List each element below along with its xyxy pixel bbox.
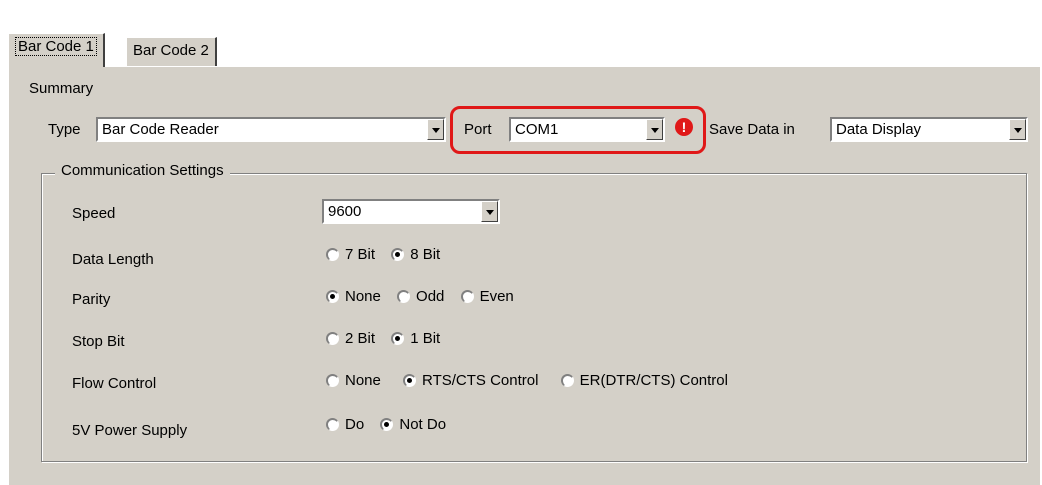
tab-bar-code-2[interactable]: Bar Code 2: [126, 37, 217, 66]
power-supply-label: 5V Power Supply: [72, 422, 188, 439]
speed-label: Speed: [72, 205, 116, 222]
radio-circle-selected: [380, 418, 394, 431]
radio-circle: [326, 248, 339, 261]
data-length-options: 7 Bit 8 Bit: [326, 246, 452, 266]
radio-label: 2 Bit: [345, 330, 376, 347]
flow-control-rts-cts-radio[interactable]: RTS/CTS Control: [403, 372, 538, 389]
stop-bit-2bit-radio[interactable]: 2 Bit: [326, 330, 375, 347]
radio-label: Even: [479, 288, 514, 305]
radio-label: None: [345, 288, 381, 305]
power-supply-do-radio[interactable]: Do: [326, 416, 364, 433]
communication-settings-group: [41, 173, 1027, 462]
radio-label: Not Do: [399, 416, 447, 433]
radio-circle-selected: [391, 248, 405, 261]
parity-options: None Odd Even: [326, 288, 526, 308]
radio-circle: [326, 374, 339, 387]
radio-label: 1 Bit: [410, 330, 441, 347]
flow-control-none-radio[interactable]: None: [326, 372, 381, 389]
radio-circle-selected: [403, 374, 417, 387]
power-supply-options: Do Not Do: [326, 416, 458, 436]
flow-control-label: Flow Control: [72, 375, 157, 392]
chevron-down-icon: [1014, 128, 1022, 133]
radio-circle: [326, 332, 339, 345]
radio-circle-selected: [391, 332, 405, 345]
flow-control-er-dtr-cts-radio[interactable]: ER(DTR/CTS) Control: [560, 372, 728, 389]
parity-label: Parity: [72, 291, 111, 308]
exclamation-icon: !: [675, 118, 693, 136]
speed-dropdown-button[interactable]: [481, 201, 498, 222]
radio-circle: [326, 418, 339, 431]
flow-control-options: None RTS/CTS Control ER(DTR/CTS) Control: [326, 372, 740, 392]
parity-odd-radio[interactable]: Odd: [397, 288, 444, 305]
radio-label: Odd: [416, 288, 445, 305]
stop-bit-label: Stop Bit: [72, 333, 125, 350]
parity-even-radio[interactable]: Even: [460, 288, 514, 305]
data-length-8bit-radio[interactable]: 8 Bit: [391, 246, 440, 263]
type-select[interactable]: Bar Code Reader: [96, 117, 446, 142]
radio-circle-selected: [326, 290, 339, 303]
chevron-down-icon: [432, 128, 440, 133]
radio-label: Do: [345, 416, 365, 433]
type-label: Type: [48, 121, 81, 138]
save-data-label: Save Data in: [709, 121, 795, 138]
parity-none-radio[interactable]: None: [326, 288, 381, 305]
data-length-label: Data Length: [72, 251, 154, 268]
radio-label: RTS/CTS Control: [422, 372, 539, 389]
chevron-down-icon: [486, 210, 494, 215]
radio-label: None: [345, 372, 381, 389]
radio-label: ER(DTR/CTS) Control: [579, 372, 728, 389]
data-length-7bit-radio[interactable]: 7 Bit: [326, 246, 375, 263]
stop-bit-options: 2 Bit 1 Bit: [326, 330, 452, 350]
communication-settings-title: Communication Settings: [55, 161, 230, 181]
radio-label: 8 Bit: [410, 246, 441, 263]
summary-title: Summary: [29, 80, 94, 97]
type-select-value: Bar Code Reader: [102, 121, 219, 138]
tab-bar-code-1[interactable]: Bar Code 1: [8, 33, 105, 67]
save-data-select[interactable]: Data Display: [830, 117, 1028, 142]
radio-circle: [460, 290, 474, 303]
port-highlight: [450, 106, 706, 154]
radio-label: 7 Bit: [345, 246, 376, 263]
save-data-dropdown-button[interactable]: [1009, 119, 1026, 140]
stop-bit-1bit-radio[interactable]: 1 Bit: [391, 330, 440, 347]
radio-circle: [560, 374, 574, 387]
tab-label: Bar Code 1: [15, 37, 97, 56]
save-data-select-value: Data Display: [836, 121, 922, 138]
radio-circle: [397, 290, 411, 303]
speed-select[interactable]: 9600: [322, 199, 500, 224]
power-supply-not-do-radio[interactable]: Not Do: [380, 416, 446, 433]
type-dropdown-button[interactable]: [427, 119, 444, 140]
speed-select-value: 9600: [328, 203, 362, 220]
tab-label: Bar Code 2: [133, 42, 209, 59]
